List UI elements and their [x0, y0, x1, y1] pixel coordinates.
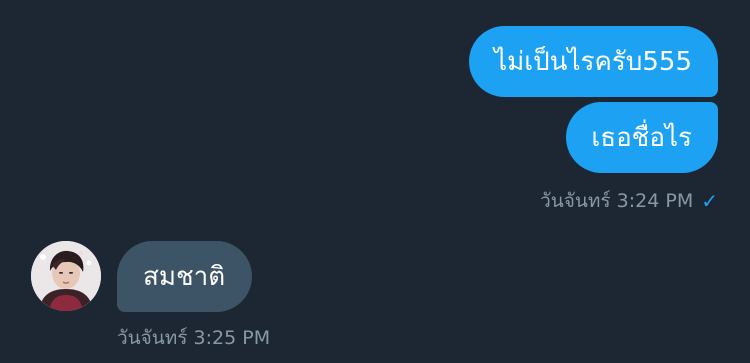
checkmark-icon: ✓: [701, 189, 718, 213]
outgoing-timestamp: วันจันทร์ 3:24 PM: [540, 190, 694, 212]
avatar[interactable]: [31, 241, 101, 311]
outgoing-message-meta: วันจันทร์ 3:24 PM ✓: [540, 186, 718, 216]
outgoing-message-bubble[interactable]: เธอชื่อไร: [566, 102, 718, 173]
incoming-timestamp: วันจันทร์ 3:25 PM: [117, 327, 271, 349]
incoming-message-bubble[interactable]: สมชาติ: [117, 241, 253, 312]
conversation-thread: ไม่เป็นไรครับ555 เธอชื่อไร วันจันทร์ 3:2…: [0, 0, 750, 363]
avatar-image: [31, 241, 101, 311]
outgoing-message-bubble[interactable]: ไม่เป็นไรครับ555: [469, 26, 718, 97]
